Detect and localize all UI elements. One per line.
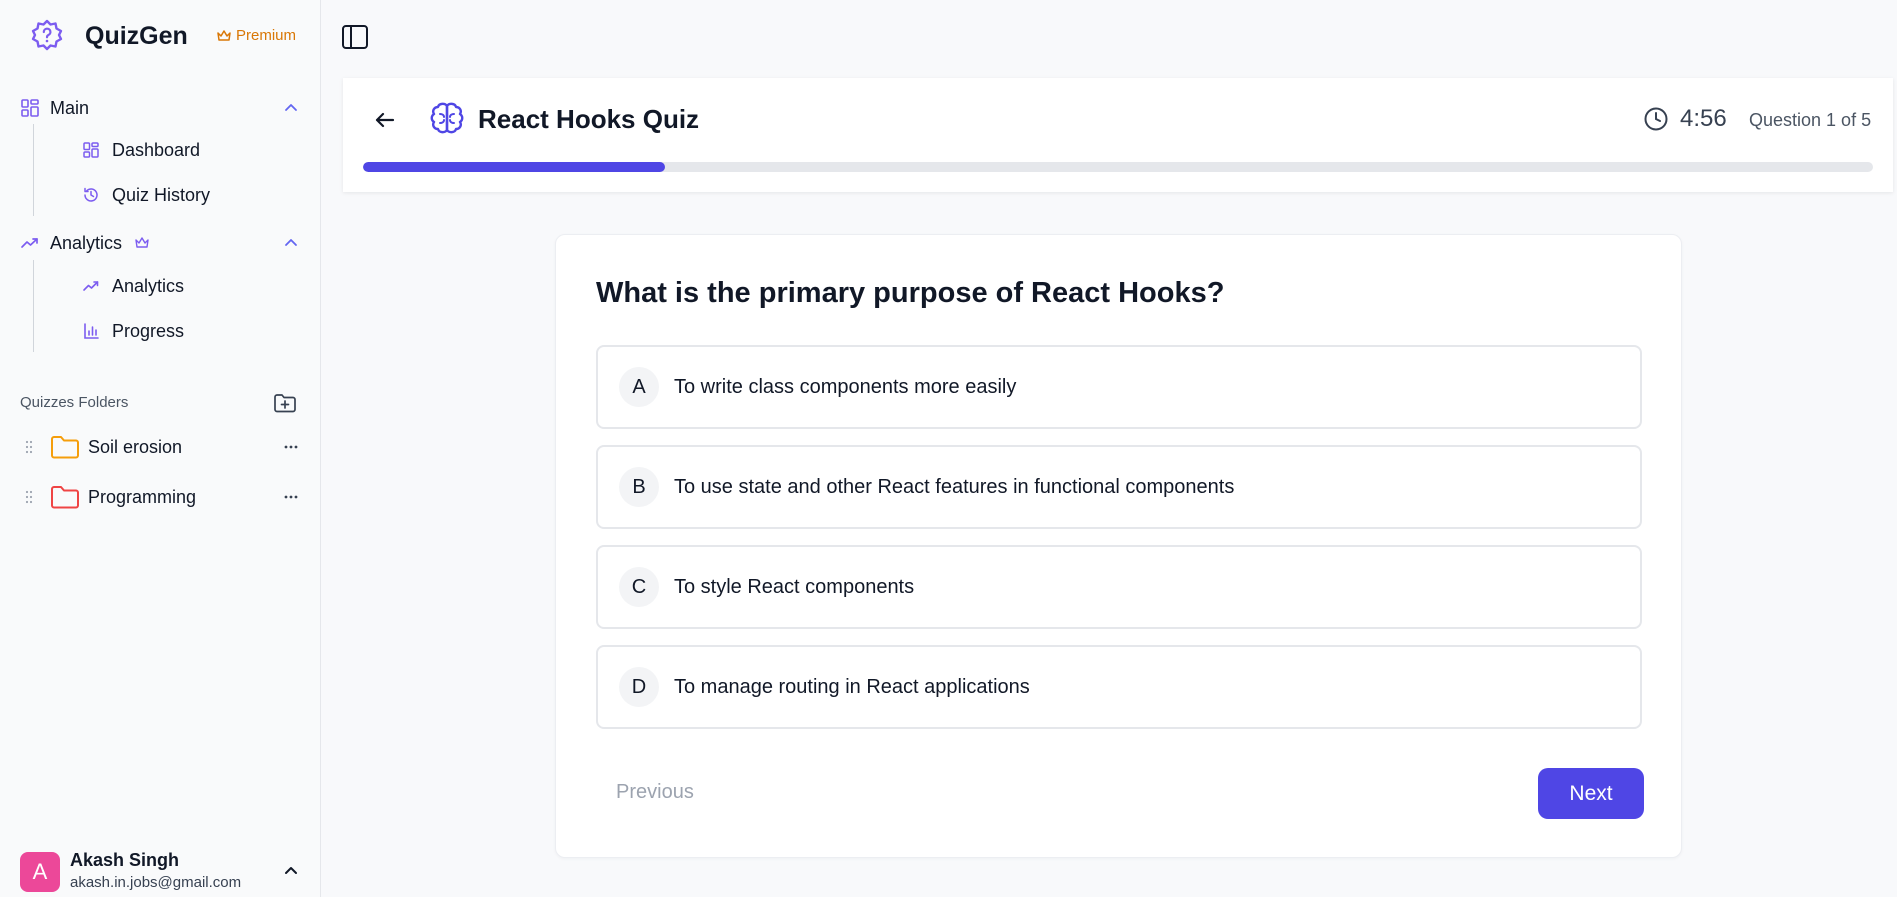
folder-name: Soil erosion [88, 436, 183, 457]
crown-icon [135, 237, 149, 248]
option-a[interactable]: A To write class components more easily [596, 345, 1642, 429]
sidebar-item-label: Quiz History [112, 184, 211, 205]
progress-bar [363, 162, 1873, 172]
sidebar-item-analytics[interactable]: Analytics [82, 271, 184, 301]
brain-icon [430, 102, 464, 134]
sidebar-item-progress[interactable]: Progress [82, 316, 184, 346]
bar-chart-icon [84, 323, 99, 339]
history-icon [84, 187, 98, 202]
back-arrow-icon[interactable] [371, 106, 399, 134]
folder-icon [51, 486, 79, 509]
tree-line [33, 124, 34, 216]
option-letter: A [619, 367, 659, 407]
timer: 4:56 [1680, 105, 1727, 132]
chevron-up-icon[interactable] [282, 99, 300, 117]
quiz-header: React Hooks Quiz 4:56 Question 1 of 5 [343, 78, 1893, 192]
more-options-icon[interactable] [282, 488, 300, 506]
option-letter: C [619, 567, 659, 607]
app-name: QuizGen [85, 22, 188, 50]
brand[interactable]: QuizGen [30, 18, 188, 52]
option-text: To write class components more easily [674, 375, 1017, 398]
option-text: To manage routing in React applications [674, 675, 1030, 698]
folder-name: Programming [88, 486, 197, 507]
user-name: Akash Singh [70, 850, 180, 870]
option-c[interactable]: C To style React components [596, 545, 1642, 629]
question-card: What is the primary purpose of React Hoo… [555, 234, 1682, 858]
section-analytics[interactable]: Analytics [20, 228, 300, 258]
folder-item-soil-erosion[interactable]: Soil erosion [24, 430, 300, 464]
option-letter: B [619, 467, 659, 507]
section-analytics-label: Analytics [50, 232, 123, 253]
option-text: To use state and other React features in… [674, 475, 1235, 498]
trending-up-icon [83, 281, 99, 291]
option-b[interactable]: B To use state and other React features … [596, 445, 1642, 529]
folder-icon [51, 436, 79, 459]
sidebar-item-dashboard[interactable]: Dashboard [82, 135, 200, 165]
sidebar-item-label: Progress [112, 320, 185, 341]
section-main[interactable]: Main [20, 93, 300, 123]
drag-handle-icon[interactable] [24, 490, 34, 504]
option-letter: D [619, 667, 659, 707]
logo-icon [31, 19, 63, 51]
folders-title: Quizzes Folders [20, 394, 129, 411]
option-d[interactable]: D To manage routing in React application… [596, 645, 1642, 729]
option-text: To style React components [674, 575, 915, 598]
premium-badge: Premium [216, 27, 296, 44]
dashboard-icon [83, 142, 99, 158]
section-main-label: Main [50, 97, 90, 118]
sidebar-item-label: Dashboard [112, 139, 201, 160]
chevron-up-icon[interactable] [282, 234, 300, 252]
previous-button[interactable]: Previous [616, 781, 694, 804]
next-button[interactable]: Next [1538, 768, 1644, 819]
sidebar-item-quiz-history[interactable]: Quiz History [82, 180, 210, 210]
avatar: A [20, 852, 60, 892]
trending-up-icon [21, 238, 38, 248]
sidebar-toggle-icon[interactable] [340, 22, 370, 52]
grid-icon [21, 99, 39, 117]
more-options-icon[interactable] [282, 438, 300, 456]
folder-item-programming[interactable]: Programming [24, 480, 300, 514]
tree-line [33, 260, 34, 352]
question-counter: Question 1 of 5 [1749, 110, 1872, 130]
chevron-up-icon[interactable] [282, 862, 300, 880]
add-folder-icon[interactable] [272, 390, 298, 416]
question-text: What is the primary purpose of React Hoo… [596, 277, 1225, 309]
drag-handle-icon[interactable] [24, 440, 34, 454]
clock-icon [1644, 107, 1668, 131]
sidebar: QuizGen Premium Main Dashboard Quiz Hist… [0, 0, 321, 897]
user-email: akash.in.jobs@gmail.com [70, 874, 242, 891]
progress-fill [363, 162, 665, 172]
quiz-title: React Hooks Quiz [478, 104, 700, 134]
premium-label: Premium [236, 27, 297, 44]
crown-icon [217, 29, 231, 41]
sidebar-item-label: Analytics [112, 275, 185, 296]
user-menu[interactable]: A Akash Singh akash.in.jobs@gmail.com [20, 850, 300, 892]
